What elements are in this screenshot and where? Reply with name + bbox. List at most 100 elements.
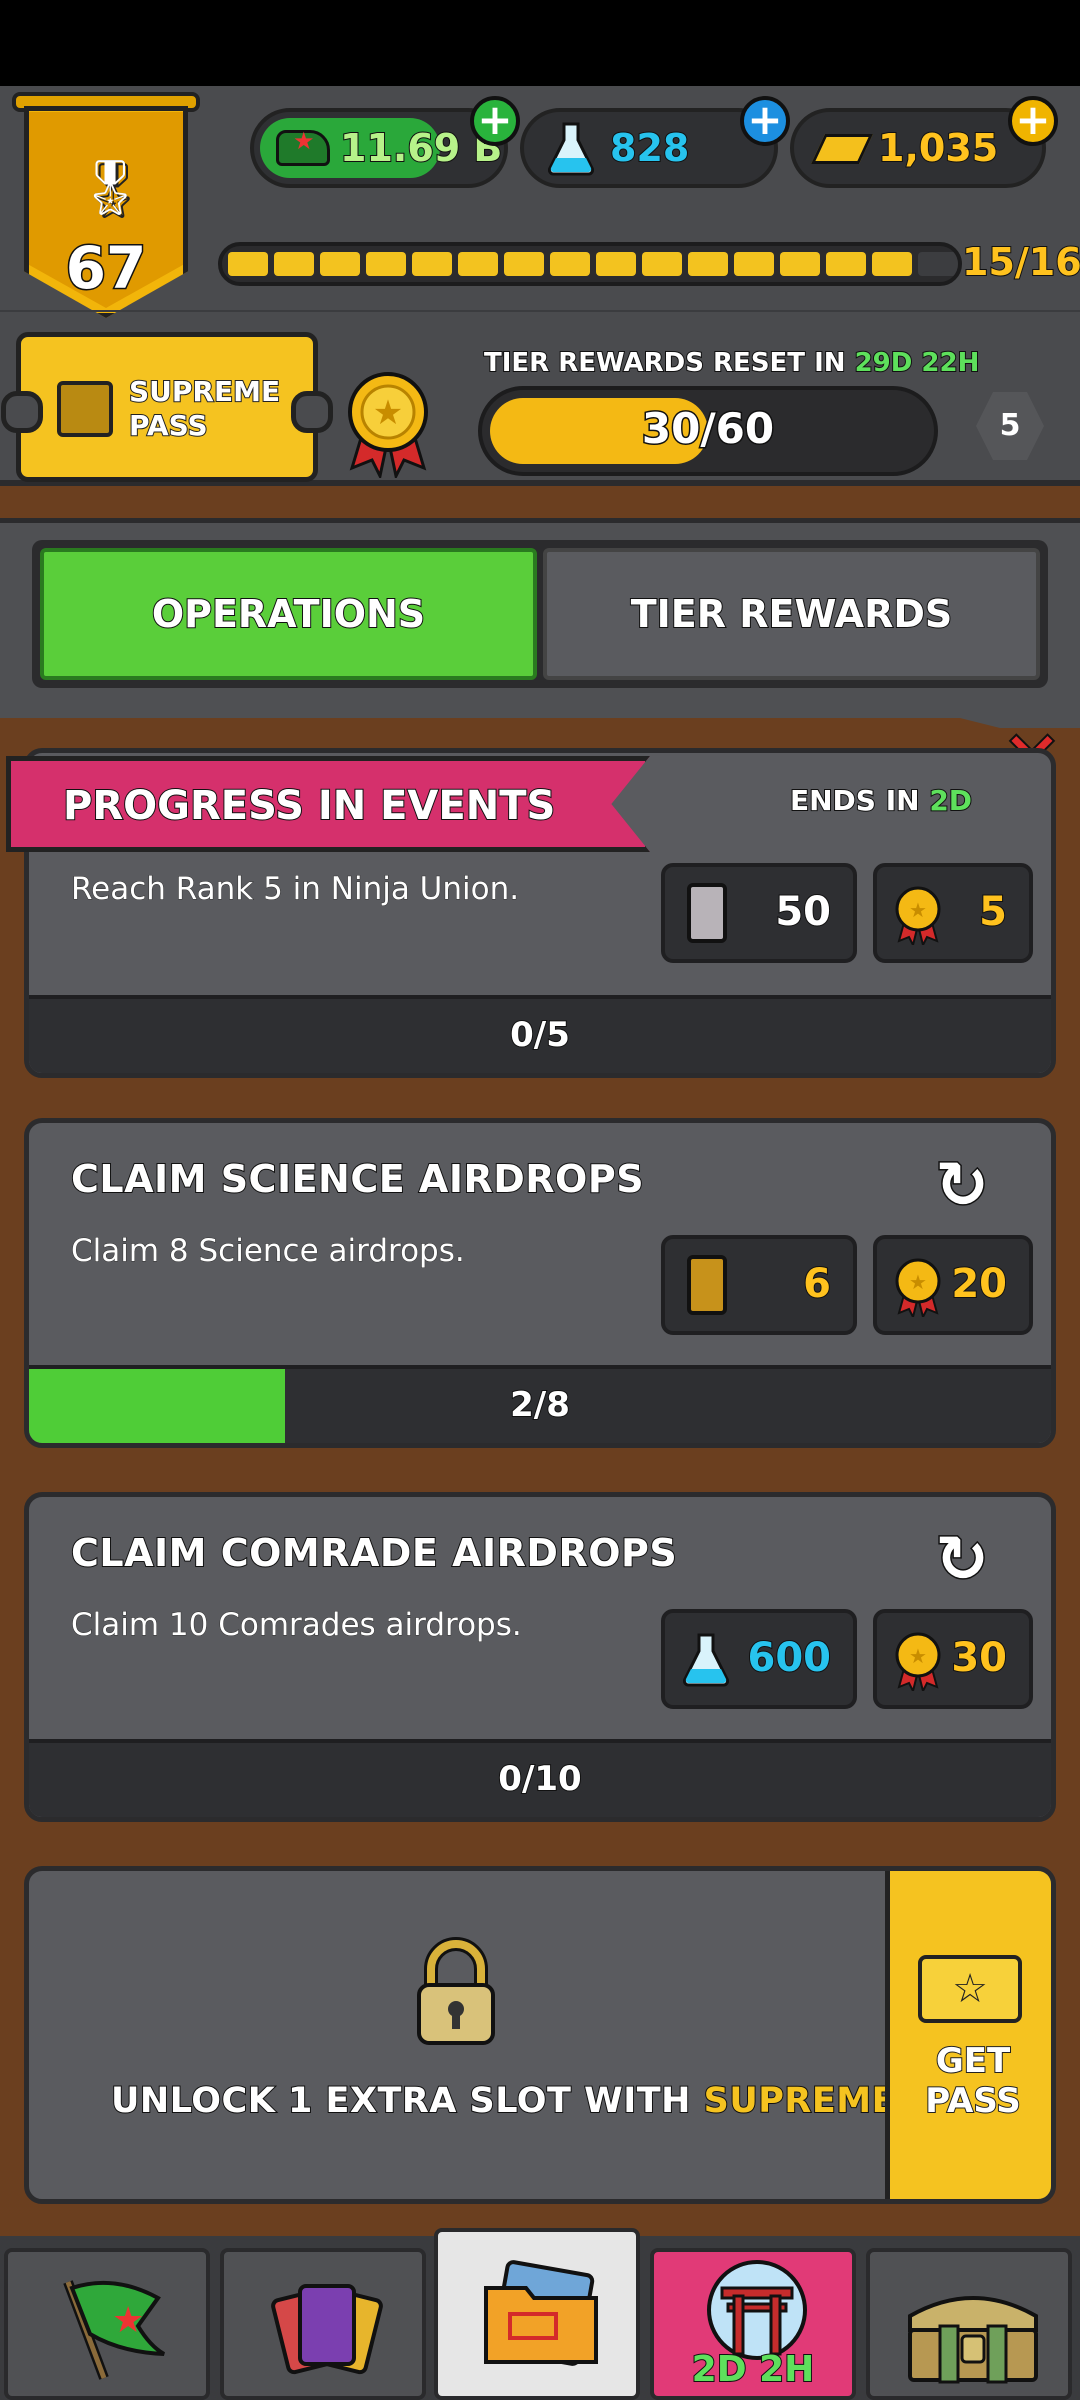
medal-icon: ★ bbox=[348, 372, 428, 478]
locked-slot-card: UNLOCK 1 EXTRA SLOT WITH SUPREME PASS ☆ … bbox=[24, 1866, 1056, 2204]
nav-operations-button[interactable] bbox=[434, 2228, 640, 2400]
reward-value: 30 bbox=[950, 1634, 1008, 1682]
tier-progress-bar: 30/60 bbox=[478, 386, 938, 476]
xp-segment bbox=[274, 252, 314, 276]
gold-value: 1,035 bbox=[877, 125, 999, 171]
ends-label: ENDS IN bbox=[789, 783, 921, 818]
mission-progress-bar: 0/5 bbox=[29, 995, 1051, 1073]
tab-operations[interactable]: OPERATIONS bbox=[40, 548, 537, 680]
cards-icon bbox=[271, 2284, 383, 2375]
refresh-icon[interactable]: ↻ bbox=[927, 1526, 997, 1597]
svg-text:★: ★ bbox=[909, 1270, 927, 1294]
reward-value: 600 bbox=[747, 1634, 832, 1682]
supreme-pass-label: SUPREME PASS bbox=[128, 374, 281, 443]
svg-text:★: ★ bbox=[112, 2300, 144, 2341]
tier-reset-label: TIER REWARDS RESET IN 29D 22H bbox=[483, 347, 980, 379]
event-ribbon: PROGRESS IN EVENTS bbox=[6, 756, 650, 852]
mission-progress-text: 0/5 bbox=[509, 1014, 571, 1056]
supreme-pass-checkbox bbox=[57, 381, 113, 437]
mission-description: Claim 8 Science airdrops. bbox=[71, 1233, 466, 1270]
xp-segment bbox=[642, 252, 682, 276]
reward-medal: ★ 30 bbox=[873, 1609, 1033, 1709]
svg-text:★: ★ bbox=[373, 393, 403, 433]
wings-emblem-icon: 🎖 bbox=[76, 156, 145, 219]
tier-level-badge: 5 bbox=[976, 392, 1044, 460]
event-ends-timer: ENDS IN 2D bbox=[789, 783, 973, 818]
xp-segment bbox=[228, 252, 268, 276]
event-timer: 2D 2H bbox=[691, 2348, 816, 2391]
xp-segment bbox=[412, 252, 452, 276]
xp-segment bbox=[458, 252, 498, 276]
supreme-pass-ticket[interactable]: SUPREME PASS bbox=[1, 332, 333, 482]
pass-ticket-icon: ☆ bbox=[918, 1955, 1022, 2023]
nav-flag-button[interactable]: ★ bbox=[4, 2248, 210, 2400]
treasure-chest-icon bbox=[908, 2296, 1038, 2384]
reward-value: 50 bbox=[774, 888, 832, 936]
xp-segment bbox=[734, 252, 774, 276]
reward-medal: ★ 5 bbox=[873, 863, 1033, 963]
xp-progress-bar bbox=[218, 242, 962, 286]
padlock-icon bbox=[417, 1937, 495, 2045]
reward-card-pack: 6 bbox=[661, 1235, 857, 1335]
army-cap-icon bbox=[276, 127, 330, 166]
mission-card: CLAIM SCIENCE AIRDROPS ↻ Claim 8 Science… bbox=[24, 1118, 1056, 1448]
reward-medal: ★ 20 bbox=[873, 1235, 1033, 1335]
event-ribbon-title: PROGRESS IN EVENTS bbox=[62, 782, 556, 830]
folder-icon bbox=[484, 2260, 598, 2366]
mission-title: CLAIM SCIENCE AIRDROPS bbox=[70, 1156, 645, 1202]
medal-icon: ★ bbox=[895, 1258, 941, 1317]
refresh-icon[interactable]: ↻ bbox=[927, 1152, 997, 1223]
science-value: 828 bbox=[609, 125, 690, 171]
mission-progress-bar: 0/10 bbox=[29, 1739, 1051, 1817]
get-pass-button[interactable]: ☆ GET PASS bbox=[885, 1871, 1051, 2199]
mission-description: Claim 10 Comrades airdrops. bbox=[71, 1607, 523, 1644]
add-gold-button[interactable]: + bbox=[1008, 96, 1058, 146]
mission-progress-text: 0/10 bbox=[497, 1758, 582, 1800]
tab-bar: OPERATIONS TIER REWARDS bbox=[32, 540, 1048, 688]
cash-counter[interactable]: 11.69 B + bbox=[250, 96, 520, 188]
add-science-button[interactable]: + bbox=[740, 96, 790, 146]
tier-reset-text: TIER REWARDS RESET IN bbox=[483, 347, 847, 379]
add-cash-button[interactable]: + bbox=[470, 96, 520, 146]
bottom-navigation: ★ 2D 2H bbox=[0, 2228, 1080, 2400]
reward-value: 20 bbox=[950, 1260, 1008, 1308]
nav-event-button[interactable]: 2D 2H bbox=[650, 2248, 856, 2400]
top-header: 🎖 67 11.69 B + 828 + 1,035 + 15/16 SUPRE… bbox=[0, 86, 1080, 486]
xp-segment bbox=[918, 252, 958, 276]
tier-reset-hours: 22H bbox=[920, 347, 980, 379]
mission-card: CLAIM COMRADE AIRDROPS ↻ Claim 10 Comrad… bbox=[24, 1492, 1056, 1822]
mission-progress-text: 2/8 bbox=[509, 1384, 571, 1426]
card-pack-icon bbox=[687, 1255, 727, 1315]
tab-tier-rewards[interactable]: TIER REWARDS bbox=[543, 548, 1040, 680]
xp-segment bbox=[366, 252, 406, 276]
science-flask-icon bbox=[683, 1633, 729, 1687]
player-level-banner[interactable]: 🎖 67 bbox=[12, 92, 200, 328]
status-bar bbox=[0, 0, 1080, 86]
science-counter[interactable]: 828 + bbox=[520, 96, 790, 188]
card-pack-icon bbox=[687, 883, 727, 943]
tier-progress-text: 30/60 bbox=[640, 403, 775, 455]
xp-segments bbox=[228, 252, 958, 276]
ends-value: 2D bbox=[928, 783, 973, 818]
locked-slot-message: UNLOCK 1 EXTRA SLOT WITH SUPREME PASS bbox=[110, 2080, 1010, 2122]
get-pass-label: GET PASS bbox=[924, 2040, 1022, 2122]
xp-segment bbox=[504, 252, 544, 276]
nav-chest-button[interactable] bbox=[866, 2248, 1072, 2400]
xp-segment bbox=[596, 252, 636, 276]
gold-counter[interactable]: 1,035 + bbox=[790, 96, 1058, 188]
svg-text:★: ★ bbox=[909, 898, 927, 922]
xp-segment bbox=[688, 252, 728, 276]
gold-bar-icon bbox=[811, 134, 873, 164]
red-star-flag-icon: ★ bbox=[63, 2280, 166, 2380]
xp-segment bbox=[550, 252, 590, 276]
nav-cards-button[interactable] bbox=[220, 2248, 426, 2400]
medal-icon: ★ bbox=[895, 1632, 941, 1691]
tier-reset-days: 29D bbox=[854, 347, 914, 379]
xp-segment bbox=[826, 252, 866, 276]
locked-message-prefix: UNLOCK 1 EXTRA SLOT WITH bbox=[110, 2080, 691, 2122]
mission-description: Reach Rank 5 in Ninja Union. bbox=[70, 871, 520, 908]
reward-value: 6 bbox=[802, 1260, 832, 1308]
science-flask-icon bbox=[548, 122, 594, 176]
mission-title: CLAIM COMRADE AIRDROPS bbox=[70, 1530, 678, 1576]
player-level: 67 bbox=[64, 233, 148, 304]
